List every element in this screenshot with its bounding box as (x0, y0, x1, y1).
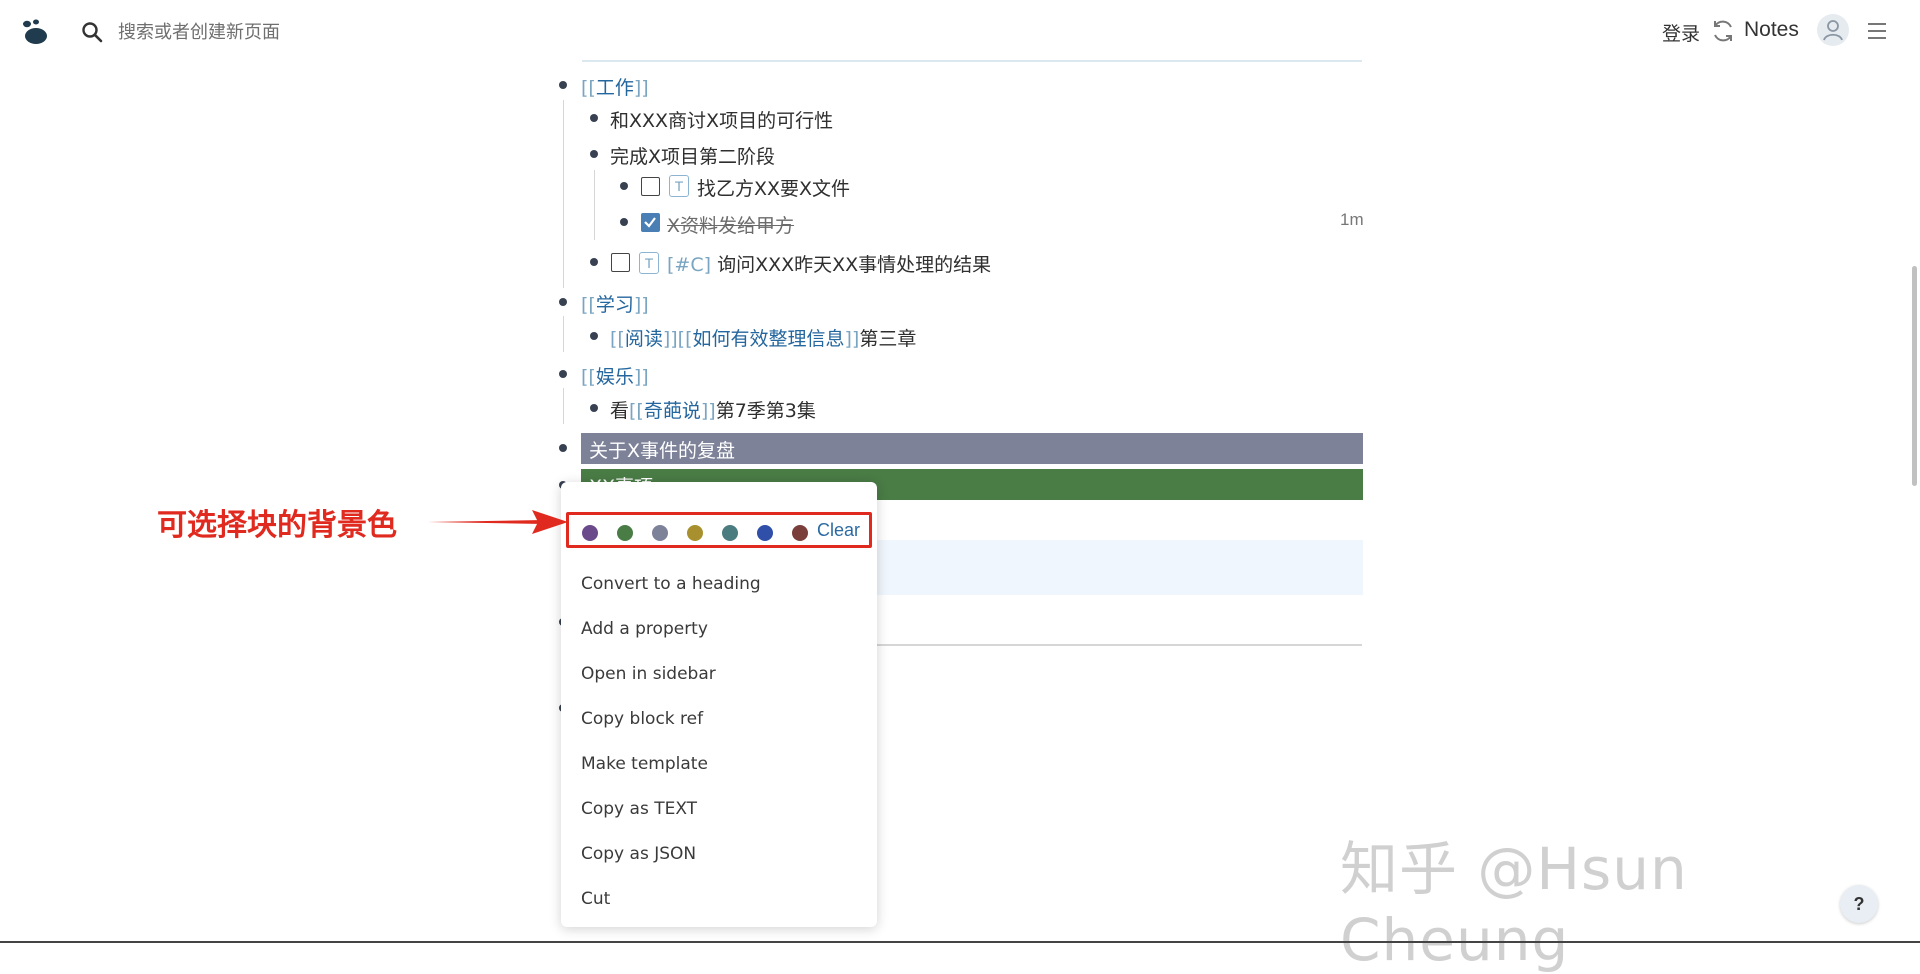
block-fun[interactable]: [[娱乐]] (581, 362, 649, 389)
block-bullet[interactable] (590, 258, 598, 266)
annotation-label: 可选择块的背景色 (157, 508, 397, 543)
block-item[interactable]: 完成X项目第二阶段 (610, 142, 775, 169)
block-context-menu: Clear Convert to a heading Add a propert… (561, 482, 877, 927)
page-ref-fun[interactable]: 娱乐 (596, 366, 634, 388)
todo-checkbox[interactable] (611, 253, 630, 272)
color-swatch-gray[interactable] (652, 525, 668, 541)
divider (582, 60, 1362, 62)
block-work[interactable]: [[工作]] (581, 73, 649, 100)
block-bullet[interactable] (620, 218, 628, 226)
background-color-picker: Clear (566, 512, 872, 548)
block-bullet[interactable] (559, 370, 567, 378)
annotation-arrow-icon (428, 510, 568, 534)
indent-guide (563, 388, 564, 424)
priority-tag[interactable]: [#C] (667, 254, 711, 276)
menu-item-copy-json[interactable]: Copy as JSON (581, 844, 696, 864)
clear-color-button[interactable]: Clear (817, 520, 860, 541)
block-bullet[interactable] (559, 81, 567, 89)
todo-marker[interactable]: T (669, 175, 689, 197)
page-ref-work[interactable]: 工作 (596, 77, 634, 99)
color-swatch-purple[interactable] (582, 525, 598, 541)
todo-marker[interactable]: T (639, 252, 659, 274)
color-swatch-teal[interactable] (722, 525, 738, 541)
check-icon (644, 217, 656, 228)
block-bullet[interactable] (590, 150, 598, 158)
block-bullet[interactable] (590, 332, 598, 340)
menu-item-open-sidebar[interactable]: Open in sidebar (581, 664, 716, 684)
page-ref-study[interactable]: 学习 (596, 294, 634, 316)
color-swatch-green[interactable] (617, 525, 633, 541)
block-item[interactable]: [[阅读]][[如何有效整理信息]]第三章 (610, 324, 916, 351)
menu-item-copy-block-ref[interactable]: Copy block ref (581, 709, 703, 729)
menu-item-convert-heading[interactable]: Convert to a heading (581, 574, 761, 594)
block-bullet[interactable] (559, 444, 567, 452)
color-swatch-yellow[interactable] (687, 525, 703, 541)
indent-guide (594, 170, 595, 240)
time-tracking-label: 1m (1340, 210, 1364, 229)
todo-text[interactable]: 找乙方XX要X文件 (697, 174, 850, 201)
watermark: 知乎 @Hsun Cheung (1340, 835, 1688, 974)
page-outline: [[工作]] 和XXX商讨X项目的可行性 完成X项目第二阶段 T 找乙方XX要X… (0, 0, 1920, 943)
block-bullet[interactable] (620, 182, 628, 190)
block-bullet[interactable] (559, 298, 567, 306)
block-item[interactable]: 和XXX商讨X项目的可行性 (610, 106, 833, 133)
menu-item-add-property[interactable]: Add a property (581, 619, 708, 639)
block-item[interactable]: 看[[奇葩说]]第7季第3集 (610, 396, 816, 423)
menu-item-copy-text[interactable]: Copy as TEXT (581, 799, 697, 819)
done-text[interactable]: X资料发给甲方 (667, 211, 794, 238)
block-bullet[interactable] (590, 114, 598, 122)
highlighted-block-gray[interactable]: 关于X事件的复盘 (581, 433, 1363, 464)
todo-checkbox[interactable] (641, 177, 660, 196)
indent-guide (563, 316, 564, 352)
block-bullet[interactable] (590, 404, 598, 412)
menu-item-cut[interactable]: Cut (581, 889, 610, 909)
help-button[interactable]: ? (1840, 885, 1878, 923)
scrollbar[interactable] (1912, 266, 1917, 486)
menu-item-make-template[interactable]: Make template (581, 754, 708, 774)
color-swatch-red[interactable] (792, 525, 808, 541)
todo-text[interactable]: [#C] 询问XXX昨天XX事情处理的结果 (667, 250, 991, 277)
indent-guide (563, 100, 564, 288)
block-study[interactable]: [[学习]] (581, 290, 649, 317)
color-swatch-blue[interactable] (757, 525, 773, 541)
done-checkbox[interactable] (641, 213, 660, 232)
